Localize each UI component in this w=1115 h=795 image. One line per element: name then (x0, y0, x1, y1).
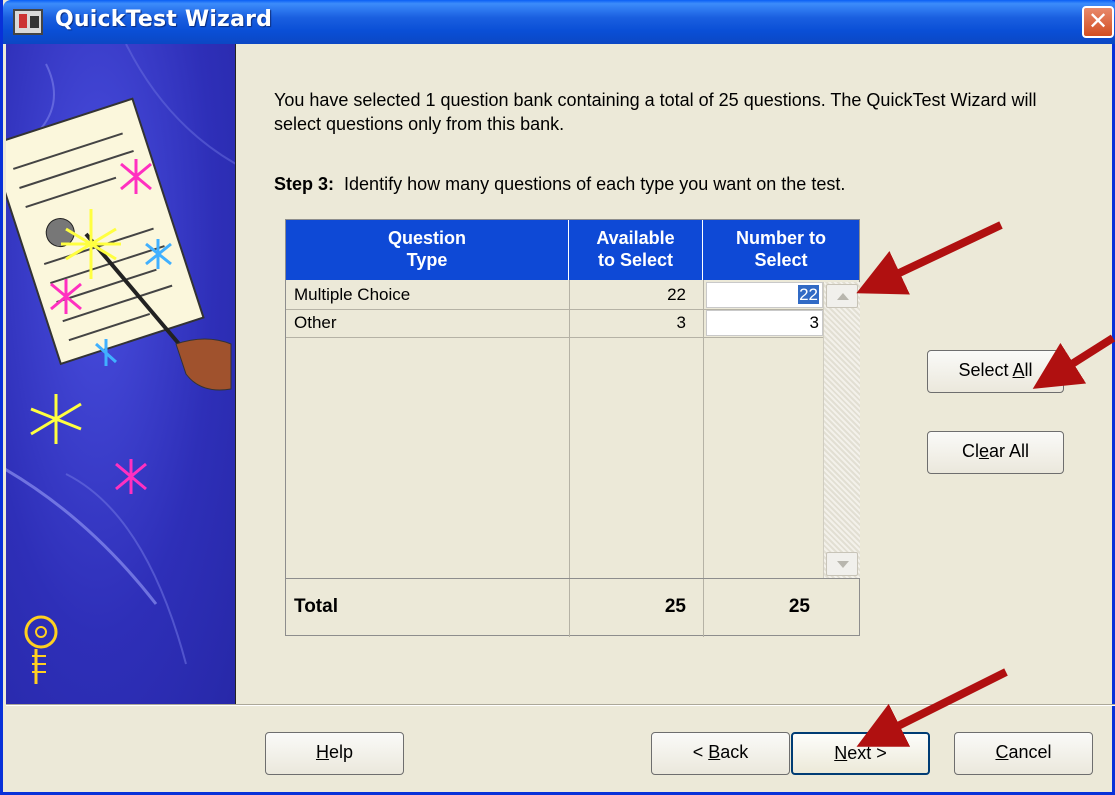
column-divider (569, 280, 570, 637)
clear-all-label: Cl (961, 441, 979, 461)
row-2-type[interactable]: Other (294, 310, 337, 336)
illustration-graphic (6, 44, 235, 684)
back-label: ack (720, 742, 749, 762)
scroll-down-button[interactable] (826, 552, 858, 576)
scroll-up-button[interactable] (826, 284, 858, 308)
header-available-line1: Available (596, 228, 675, 248)
footer-separator (6, 704, 1115, 706)
quicktest-wizard-window: QuickTest Wizard ✕ You have selected 1 q… (0, 0, 1115, 795)
annotation-arrow-grid (856, 221, 1003, 295)
header-question-type-line2: Type (406, 250, 448, 270)
help-mnemonic: H (315, 742, 329, 762)
clear-all-button[interactable]: Clear All (927, 431, 1064, 474)
clear-all-mnemonic: e (978, 441, 989, 461)
app-icon (13, 9, 43, 35)
header-number-to-select[interactable]: Number to Select (703, 220, 859, 280)
cancel-button[interactable]: Cancel (954, 732, 1093, 775)
next-label: ext > (847, 743, 887, 763)
wizard-illustration (6, 44, 236, 704)
column-divider (703, 280, 704, 637)
row-1-type[interactable]: Multiple Choice (294, 282, 410, 308)
next-button[interactable]: Next > (791, 732, 930, 775)
select-all-mnemonic: A (1012, 360, 1025, 380)
clear-all-label-rest: ar All (988, 441, 1030, 461)
total-available: 25 (664, 596, 686, 617)
close-button[interactable]: ✕ (1082, 6, 1114, 38)
intro-text: You have selected 1 question bank contai… (274, 90, 1037, 134)
total-label: Total (294, 596, 338, 617)
cancel-label: ancel (1008, 742, 1052, 762)
select-all-label: Select (958, 360, 1013, 380)
title-bar[interactable]: QuickTest Wizard ✕ (3, 0, 1115, 44)
step-text: Identify how many questions of each type… (344, 174, 846, 194)
step-label: Step 3: (274, 174, 335, 194)
header-number-line2: Select (754, 250, 808, 270)
row-2-available: 3 (676, 313, 686, 332)
row-1-number-input[interactable]: 22 (706, 282, 823, 308)
step-instruction: Step 3: Identify how many questions of e… (274, 174, 845, 195)
scroll-up-icon (837, 293, 849, 300)
next-mnemonic: N (834, 743, 848, 763)
back-label-prefix: < (692, 742, 709, 762)
select-all-button[interactable]: Select All (927, 350, 1064, 393)
help-label: elp (328, 742, 354, 762)
header-question-type-line1: Question (387, 228, 466, 248)
close-icon: ✕ (1087, 7, 1109, 35)
window-title: QuickTest Wizard (55, 7, 273, 32)
back-button[interactable]: < Back (651, 732, 790, 775)
row-2-number-input[interactable]: 3 (706, 310, 823, 336)
total-divider (286, 578, 860, 579)
back-mnemonic: B (708, 742, 721, 762)
header-available[interactable]: Available to Select (569, 220, 703, 280)
lightbulb-icon (24, 615, 58, 684)
select-all-label-rest: ll (1024, 360, 1033, 380)
question-type-grid: Question Type Available to Select Number… (285, 219, 860, 637)
total-number: 25 (788, 596, 810, 617)
header-available-line2: to Select (597, 250, 674, 270)
header-number-line1: Number to (736, 228, 826, 248)
scroll-down-icon (837, 561, 849, 568)
cancel-mnemonic: C (995, 742, 1009, 762)
grid-scrollbar[interactable] (823, 282, 860, 578)
row-1-available: 22 (667, 285, 686, 304)
row-1-number-selected: 22 (798, 285, 819, 304)
row-divider (286, 337, 823, 338)
header-question-type[interactable]: Question Type (286, 220, 569, 280)
help-button[interactable]: Help (265, 732, 404, 775)
